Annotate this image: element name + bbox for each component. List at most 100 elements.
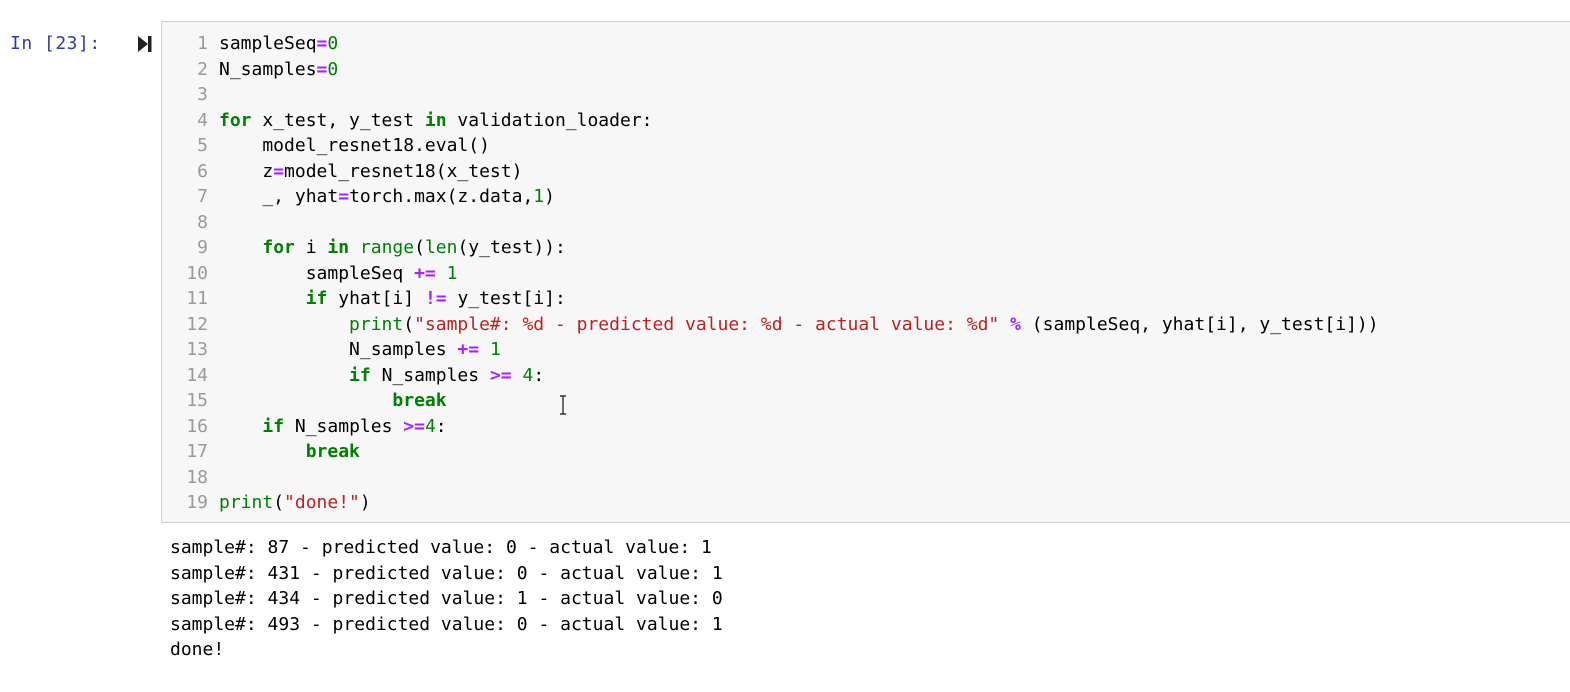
code-token: validation_loader: xyxy=(446,109,653,131)
line-number: 18 xyxy=(186,466,208,488)
code-line[interactable]: z=model_resnet18(x_test) xyxy=(219,159,1570,185)
code-line[interactable]: if N_samples >=4: xyxy=(219,414,1570,440)
code-token: if xyxy=(349,364,371,386)
output-line: done! xyxy=(170,639,225,660)
line-number: 13 xyxy=(186,339,208,360)
line-number: 3 xyxy=(197,84,208,105)
code-token: ( xyxy=(414,237,425,258)
code-line[interactable]: model_resnet18.eval() xyxy=(219,133,1570,159)
code-line[interactable]: sampleSeq += 1 xyxy=(219,261,1570,287)
code-token: torch.max(z.data, xyxy=(349,186,534,207)
code-token: = xyxy=(316,33,328,54)
code-token: range xyxy=(359,237,415,258)
code-token: for xyxy=(219,109,252,131)
output-line: sample#: 434 - predicted value: 1 - actu… xyxy=(170,588,723,609)
line-number: 19 xyxy=(186,492,208,513)
code-token: for xyxy=(262,237,295,258)
line-number: 4 xyxy=(197,109,208,131)
output-line: sample#: 87 - predicted value: 0 - actua… xyxy=(170,537,712,558)
line-number: 12 xyxy=(186,313,208,335)
line-number: 15 xyxy=(186,390,208,411)
code-token: len xyxy=(424,237,458,258)
code-token: "done!" xyxy=(284,492,360,513)
input-prompt: In [23]: xyxy=(10,33,101,54)
code-token: 1 xyxy=(446,262,458,284)
code-token: x_test, y_test xyxy=(251,109,425,131)
line-number: 17 xyxy=(186,441,208,462)
code-token: (sampleSeq, yhat[i], y_test[i])) xyxy=(1020,313,1379,335)
code-token: sampleSeq xyxy=(219,262,415,284)
code-token: != xyxy=(424,288,447,309)
code-token: 0 xyxy=(327,33,339,54)
line-number: 16 xyxy=(186,415,208,437)
line-number: 10 xyxy=(186,262,208,284)
code-token: _, yhat xyxy=(219,186,339,207)
code-token: 1 xyxy=(489,339,501,360)
code-line[interactable]: for x_test, y_test in validation_loader: xyxy=(219,108,1570,134)
code-token: model_resnet18.eval() xyxy=(219,135,490,156)
code-token: break xyxy=(392,390,447,411)
code-token: model_resnet18(x_test) xyxy=(284,160,523,182)
code-token: in xyxy=(424,109,447,131)
code-token: N_samples xyxy=(219,339,458,360)
run-cell-button[interactable] xyxy=(137,35,153,53)
code-token: if xyxy=(305,288,328,309)
code-token: += xyxy=(414,262,436,284)
code-token: z xyxy=(219,160,274,182)
code-token: i xyxy=(294,237,328,258)
code-token: sampleSeq xyxy=(219,33,317,54)
code-token: print xyxy=(219,492,274,513)
code-token: break xyxy=(305,441,360,462)
code-line[interactable]: if yhat[i] != y_test[i]: xyxy=(219,286,1570,312)
code-token: (y_test)): xyxy=(457,237,566,258)
code-line[interactable] xyxy=(219,82,1570,108)
code-line[interactable]: sampleSeq=0 xyxy=(219,31,1570,57)
code-line[interactable]: N_samples += 1 xyxy=(219,337,1570,363)
code-line[interactable]: for i in range(len(y_test)): xyxy=(219,235,1570,261)
code-token: : xyxy=(435,415,447,437)
line-number: 14 xyxy=(186,364,208,386)
code-line[interactable]: print("done!") xyxy=(219,490,1570,516)
line-number: 7 xyxy=(197,186,208,207)
code-line[interactable]: if N_samples >= 4: xyxy=(219,363,1570,389)
code-token: in xyxy=(327,237,350,258)
code-token: yhat[i] xyxy=(327,288,425,309)
code-area[interactable]: sampleSeq=0 N_samples=0 for x_test, y_tes… xyxy=(219,31,1570,516)
code-line[interactable]: print("sample#: %d - predicted value: %d… xyxy=(219,312,1570,338)
code-token: = xyxy=(273,160,285,182)
output-line: sample#: 493 - predicted value: 0 - actu… xyxy=(170,613,723,635)
code-token: 4 xyxy=(522,364,534,386)
code-line[interactable] xyxy=(219,465,1570,491)
code-token: ) xyxy=(544,186,555,207)
line-number: 11 xyxy=(186,288,208,309)
code-line[interactable]: N_samples=0 xyxy=(219,57,1570,83)
code-line[interactable]: break xyxy=(219,439,1570,465)
run-step-icon xyxy=(138,36,152,52)
code-token: print xyxy=(349,313,404,335)
code-line[interactable]: _, yhat=torch.max(z.data,1) xyxy=(219,184,1570,210)
line-number: 6 xyxy=(197,160,208,182)
code-cell-editor[interactable]: 1 2 3 4 5 6 7 8 9 10 11 12 13 14 15 16 17 18 19 sampleSeq=… xyxy=(161,21,1570,523)
line-number: 9 xyxy=(197,237,208,258)
code-line[interactable] xyxy=(219,210,1570,236)
code-token: >= xyxy=(403,415,425,437)
line-number: 8 xyxy=(197,211,208,233)
code-token: N_samples xyxy=(219,58,317,80)
code-token: % xyxy=(1010,313,1021,335)
code-token: y_test[i]: xyxy=(446,288,566,309)
code-token: ) xyxy=(359,492,371,513)
code-line[interactable]: break xyxy=(219,388,1570,414)
output-line: sample#: 431 - predicted value: 0 - actu… xyxy=(170,562,723,584)
line-number: 1 xyxy=(197,33,208,54)
